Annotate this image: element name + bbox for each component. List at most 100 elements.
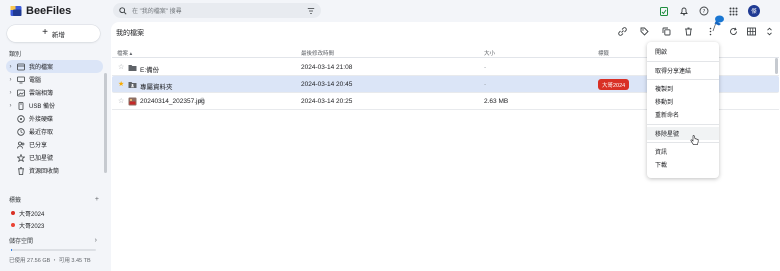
task-monitor-icon[interactable] [658,6,669,17]
help-icon[interactable]: ? [698,6,709,17]
sidebar-item-label: USB 備份 [29,104,56,110]
sidebar-item-label: 資源回收筒 [29,169,60,175]
chevron-right-icon[interactable]: › [8,64,13,70]
menu-item-open[interactable]: 開啟 [647,45,719,58]
file-tag-badge[interactable]: 大哥2024 [598,79,630,90]
sidebar-item-label: 電腦 [29,78,42,84]
chevron-right-icon[interactable]: › [8,77,13,83]
computer-icon [17,76,25,83]
star-toggle-icon[interactable]: ★ [118,80,124,88]
new-button[interactable]: + 新增 [7,25,100,42]
menu-item-get-share-link[interactable]: 取得分享連結 [647,64,719,77]
sidebar-item-cloud-album[interactable]: › 雲端相簿 [6,86,103,99]
sidebar-item-trash[interactable]: 資源回收筒 [6,164,103,177]
file-modified: 2024-03-14 20:25 [301,98,353,105]
menu-divider [647,142,719,143]
menu-item-download[interactable]: 下載 [647,158,719,171]
sidebar-item-starred[interactable]: 已加星號 [6,151,103,164]
new-button-label: 新增 [51,31,65,39]
tag-icon[interactable] [639,26,649,36]
external-drive-icon [17,114,25,123]
delete-icon[interactable] [683,26,693,36]
storage-usage-bar [11,249,96,251]
column-header-tags[interactable]: 標籤 [598,49,609,57]
menu-item-remove-star[interactable]: 移除星號 [647,126,719,140]
sidebar-scrollbar[interactable] [104,73,107,173]
tags-section-label: 標籤 [9,198,22,204]
sidebar-nav: › 我的檔案 › 電腦 › 雲端相簿 › USB 備份 外接硬碟 最近存取 已分… [6,60,103,177]
file-name[interactable]: E:備份 [140,64,159,74]
beefiles-logo-icon [10,6,22,16]
sidebar-item-label: 最近存取 [29,130,54,136]
sidebar-item-recent[interactable]: 最近存取 [6,125,103,138]
star-toggle-icon[interactable]: ☆ [118,97,124,105]
search-icon [119,6,127,15]
storage-section: 儲存空間 › [9,236,97,245]
refresh-icon[interactable] [728,26,738,36]
hand-pointer-cursor-icon [690,135,699,145]
sidebar-item-computer[interactable]: › 電腦 [6,73,103,86]
share-link-icon[interactable] [617,26,627,36]
image-thumbnail-icon [128,97,137,106]
trash-icon [18,166,24,175]
star-toggle-icon[interactable]: ☆ [118,63,124,71]
storage-label: 儲存空間 [9,239,34,245]
svg-text:?: ? [702,9,705,15]
search-bar[interactable]: 在 "我的檔案" 搜尋 [113,3,321,18]
chevron-right-icon[interactable]: › [95,237,97,244]
main-scrollbar[interactable] [775,58,778,74]
chevron-right-icon[interactable]: › [8,103,13,109]
menu-item-move-to[interactable]: 移動到 [647,95,719,108]
menu-item-rename[interactable]: 重新命名 [647,108,719,121]
search-input[interactable]: 在 "我的檔案" 搜尋 [132,6,302,15]
my-files-icon [17,63,25,70]
breadcrumb[interactable]: 我的檔案 [116,28,144,38]
sidebar-item-my-files[interactable]: › 我的檔案 [6,60,103,73]
notification-bell-icon[interactable] [678,6,689,17]
user-avatar[interactable]: 傑 [748,5,760,17]
column-header-modified[interactable]: 最後修改時間 [301,49,334,57]
app-logo[interactable]: BeeFiles [10,5,71,17]
storage-usage-text: 已使用 27.56 GB ・ 可用 3.45 TB [9,258,91,264]
column-header-size[interactable]: 大小 [484,49,495,57]
apps-grid-icon[interactable] [728,6,739,17]
add-tag-icon[interactable]: + [95,196,99,203]
sidebar-item-label: 我的檔案 [29,65,54,71]
toolbar [617,26,715,36]
app-name: BeeFiles [26,5,72,17]
file-size: - [484,81,487,88]
chevron-right-icon[interactable]: › [8,90,13,96]
shared-folder-icon [128,82,137,88]
shared-link-indicator-icon: 🔗︎ [198,98,205,104]
storage-usage-fill [11,249,12,251]
menu-divider [647,123,719,124]
sort-icon[interactable] [764,26,774,36]
shared-icon [17,141,25,149]
context-menu: 開啟 取得分享連結 複製到 移動到 重新命名 移除星號 資訊 下載 [647,42,719,178]
copy-icon[interactable] [661,26,671,36]
sidebar-item-usb-backup[interactable]: › USB 備份 [6,99,103,112]
sidebar-item-external-drive[interactable]: 外接硬碟 [6,112,103,125]
sidebar-item-label: 外接硬碟 [29,117,54,123]
tag-color-dot [11,211,15,215]
tag-list: 大哥2024 大哥2023 [9,207,102,231]
menu-item-copy-to[interactable]: 複製到 [647,82,719,95]
filter-icon[interactable] [307,7,315,15]
sidebar-item-label: 已加星號 [29,156,54,162]
tag-color-dot [11,223,15,227]
menu-item-info[interactable]: 資訊 [647,145,719,158]
menu-divider [647,60,719,61]
file-name[interactable]: 20240314_202357.jpg [140,98,205,105]
sidebar-tag-item[interactable]: 大哥2024 [9,207,102,219]
recent-icon [17,127,25,136]
sidebar-item-shared[interactable]: 已分享 [6,138,103,151]
grid-view-icon[interactable] [746,26,756,36]
column-header-name[interactable]: 檔案 ▴ [117,49,132,57]
sidebar-item-label: 已分享 [29,143,48,149]
tag-label: 大哥2024 [19,211,45,218]
menu-divider [647,79,719,80]
file-size: 2.63 MB [484,98,509,105]
file-name[interactable]: 專屬資料夾 [140,81,173,91]
sidebar-tag-item[interactable]: 大哥2023 [9,219,102,231]
tag-label: 大哥2023 [19,223,45,230]
